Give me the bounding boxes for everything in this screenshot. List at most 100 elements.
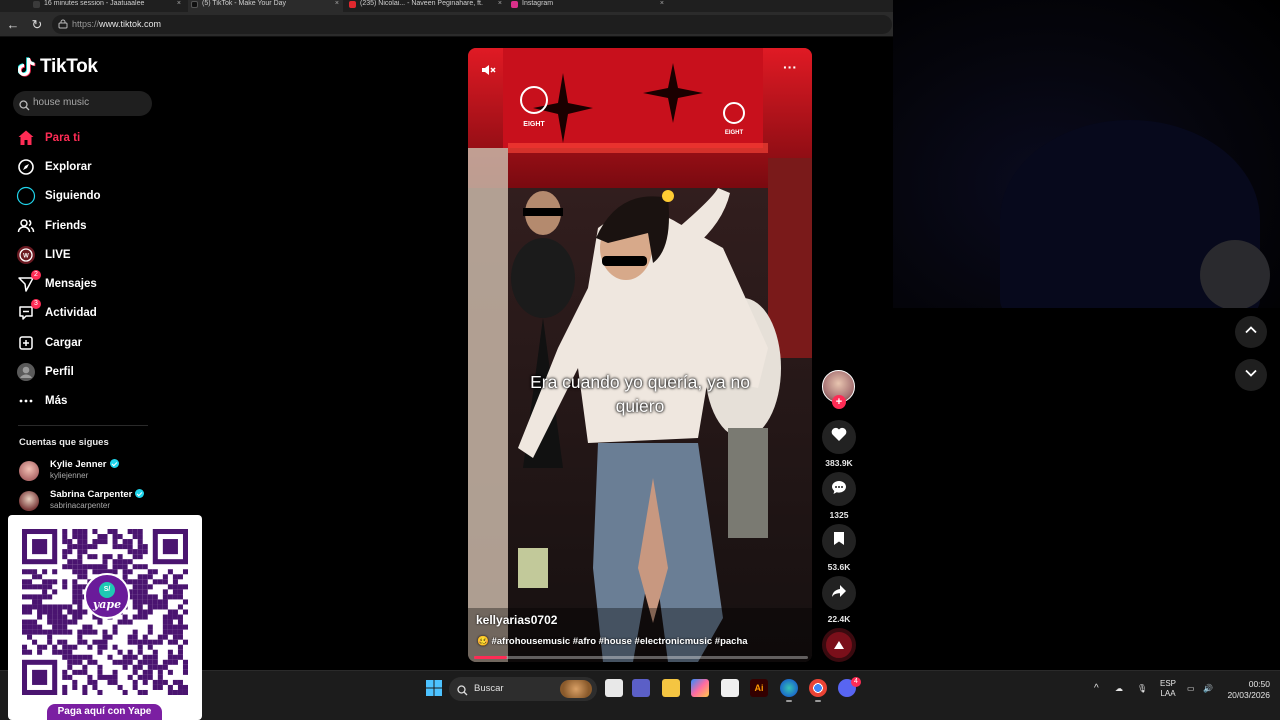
teams-icon[interactable] [632, 679, 650, 697]
tiktok-logo[interactable]: TikTok [17, 56, 98, 78]
share-button[interactable] [822, 576, 856, 610]
illustrator-icon[interactable]: Ai [750, 679, 768, 697]
onedrive-icon[interactable]: ☁ [1115, 684, 1123, 694]
browser-tab[interactable]: (5) TikTok - Make Your Day × [188, 0, 343, 12]
browser-tab[interactable]: 16 minutes session - Jaatuaalee × [30, 0, 185, 12]
close-icon[interactable]: × [177, 0, 181, 8]
sidebar-item-perfil[interactable]: Perfil [16, 360, 156, 384]
copilot-icon[interactable] [691, 679, 709, 697]
chevron-down-icon [1244, 366, 1258, 385]
qr-finder-pattern [32, 539, 48, 555]
qr-module [137, 689, 143, 695]
url-text[interactable]: https://www.tiktok.com [72, 19, 161, 29]
save-button[interactable] [822, 524, 856, 558]
qr-module [72, 644, 78, 650]
qr-module [137, 659, 143, 665]
qr-module [77, 659, 83, 665]
yape-pay-button[interactable]: Paga aquí con Yape [47, 704, 162, 720]
next-video-button[interactable] [1235, 359, 1267, 391]
qr-module [112, 539, 118, 545]
qr-module [27, 649, 33, 655]
music-disc-button[interactable] [822, 628, 856, 662]
qr-module [167, 609, 173, 615]
address-bar[interactable]: https://www.tiktok.com [52, 15, 892, 34]
qr-module [112, 564, 118, 570]
video-progress-bar[interactable] [474, 656, 808, 659]
qr-module [52, 604, 58, 610]
reload-button[interactable]: ↻ [29, 17, 45, 33]
microphone-icon[interactable]: 🎙 [1137, 684, 1147, 694]
search-input[interactable]: house music [13, 91, 152, 116]
tray-chevron-up-icon[interactable]: ^ [1094, 684, 1099, 694]
close-icon[interactable]: × [660, 0, 664, 8]
back-button[interactable]: ← [5, 17, 21, 33]
qr-module [47, 604, 53, 610]
video-player[interactable]: EIGHT EIGHT [468, 48, 812, 662]
qr-module [82, 684, 88, 690]
qr-module [142, 689, 148, 695]
task-view-icon[interactable] [605, 679, 623, 697]
windows-start-icon[interactable] [425, 679, 443, 697]
mute-button[interactable] [480, 62, 496, 78]
video-hashtags[interactable]: 🥴 #afrohousemusic #afro #house #electron… [477, 636, 748, 647]
qr-module [137, 664, 143, 670]
qr-module [77, 574, 83, 580]
qr-module [137, 564, 143, 570]
qr-module [77, 539, 83, 545]
qr-module [162, 594, 168, 600]
qr-module [127, 529, 133, 535]
qr-module [62, 674, 68, 680]
browser-tab[interactable]: (235) Nicolai... - Naveen Peginahare, ft… [346, 0, 506, 12]
follow-plus-button[interactable]: + [832, 395, 846, 409]
taskbar-search[interactable]: Buscar [449, 677, 597, 701]
qr-module [82, 624, 88, 630]
video-more-button[interactable]: ··· [782, 60, 798, 78]
sidebar-item-siguiendo[interactable]: Siguiendo [16, 184, 156, 208]
like-button[interactable] [822, 420, 856, 454]
sidebar-item-mensajes[interactable]: 2 Mensajes [16, 270, 156, 296]
qr-module [72, 599, 78, 605]
sidebar-item-actividad[interactable]: 3 Actividad [16, 299, 156, 325]
sidebar-item-live[interactable]: W LIVE [16, 243, 156, 267]
following-account[interactable]: Kylie Jenner kyliejenner [19, 459, 159, 485]
club-sign-text: EIGHT [523, 121, 545, 128]
site-info-icon[interactable] [58, 19, 68, 29]
webcam-light [1200, 240, 1270, 310]
input-language[interactable]: ESP LAA [1156, 679, 1180, 699]
close-icon[interactable]: × [335, 0, 339, 8]
qr-module [42, 569, 48, 575]
close-icon[interactable]: × [498, 0, 502, 8]
qr-module [97, 564, 103, 570]
taskbar-clock[interactable]: 00:50 20/03/2026 [1222, 679, 1270, 701]
qr-module [162, 659, 168, 665]
qr-module [62, 684, 68, 690]
sidebar-item-friends[interactable]: Friends [16, 214, 156, 238]
qr-module [92, 529, 98, 535]
edge-icon[interactable] [780, 679, 798, 697]
qr-module [182, 584, 188, 590]
qr-module [52, 629, 58, 635]
qr-module [97, 644, 103, 650]
video-username[interactable]: kellyarias0702 [476, 613, 557, 627]
browser-tab[interactable]: Instagram × [508, 0, 668, 12]
sidebar-item-para-ti[interactable]: Para ti [16, 126, 156, 150]
sidebar-item-cargar[interactable]: Cargar [16, 331, 156, 355]
previous-video-button[interactable] [1235, 316, 1267, 348]
file-explorer-icon[interactable] [662, 679, 680, 697]
volume-icon[interactable]: 🔊 [1203, 684, 1213, 694]
qr-module [167, 624, 173, 630]
following-account[interactable]: Sabrina Carpenter sabrinacarpenter [19, 489, 159, 515]
comment-button[interactable] [822, 472, 856, 506]
chrome-icon[interactable] [809, 679, 827, 697]
qr-module [147, 609, 153, 615]
qr-module [122, 654, 128, 660]
network-icon[interactable]: ▭ [1187, 684, 1195, 694]
sidebar-item-mas[interactable]: Más [16, 389, 156, 413]
qr-module [122, 569, 128, 575]
qr-module [77, 549, 83, 555]
qr-module [142, 659, 148, 665]
sidebar-item-explorar[interactable]: Explorar [16, 155, 156, 179]
qr-module [27, 629, 33, 635]
qr-module [132, 549, 138, 555]
store-icon[interactable] [721, 679, 739, 697]
